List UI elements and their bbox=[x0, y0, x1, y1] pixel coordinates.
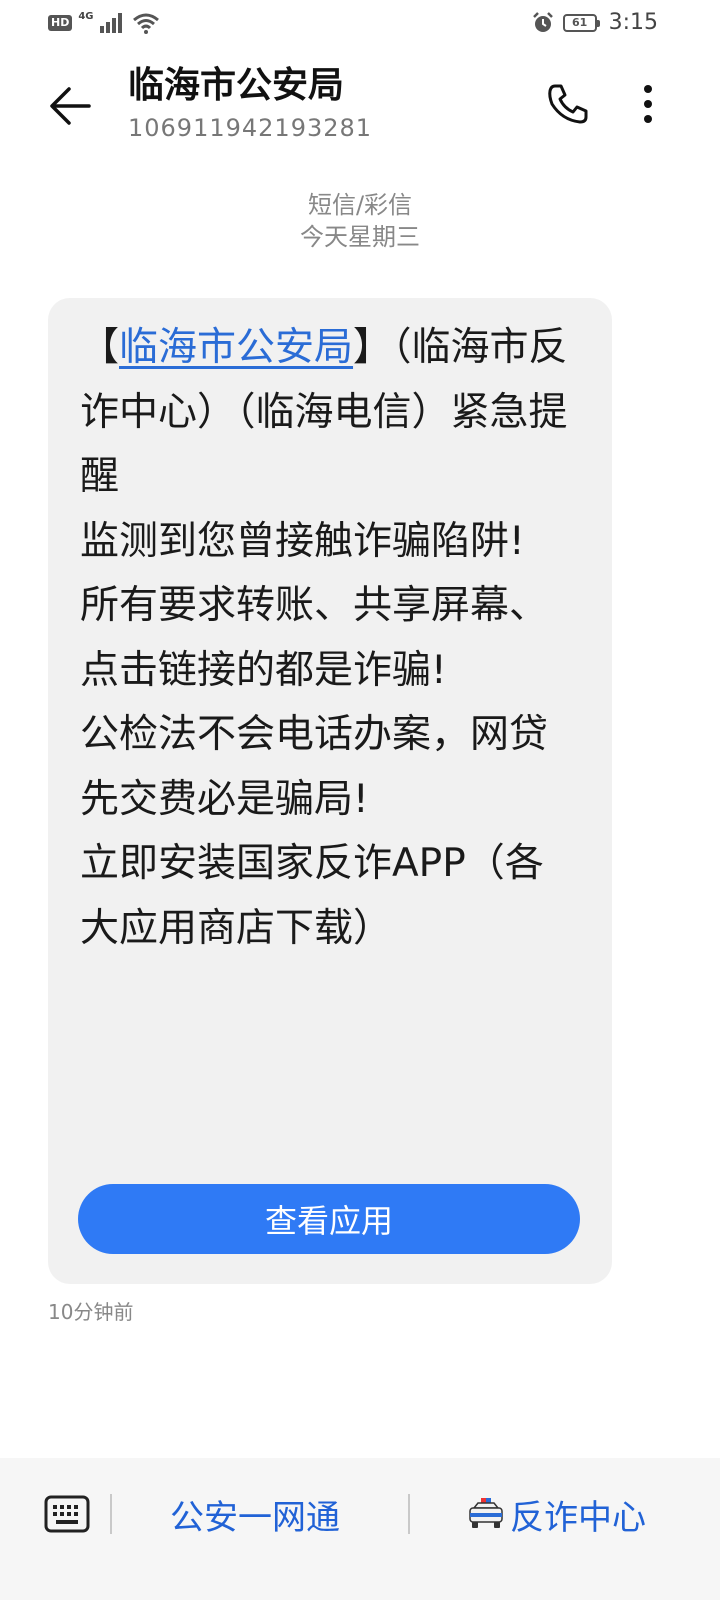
menu-divider bbox=[110, 1494, 112, 1534]
police-car-icon bbox=[469, 1498, 503, 1528]
sender-link[interactable]: 临海市公安局 bbox=[119, 325, 353, 370]
contact-info: 临海市公安局 106911942193281 bbox=[128, 62, 372, 144]
alarm-icon bbox=[532, 11, 553, 32]
keyboard-toggle-button[interactable] bbox=[44, 1494, 90, 1534]
message-bubble[interactable]: 【临海市公安局】（临海市反诈中心）（临海电信）紧急提醒 监测到您曾接触诈骗陷阱!… bbox=[48, 298, 612, 1284]
signal-icon bbox=[99, 13, 122, 33]
back-button[interactable] bbox=[42, 78, 98, 134]
conversation-meta: 短信/彩信 今天星期三 bbox=[0, 190, 720, 254]
more-options-button[interactable] bbox=[630, 76, 666, 132]
phone-icon bbox=[548, 84, 588, 124]
message-body: 】（临海市反诈中心）（临海电信）紧急提醒 监测到您曾接触诈骗陷阱! 所有要求转账… bbox=[80, 325, 568, 951]
conversation-header: 临海市公安局 106911942193281 bbox=[0, 52, 720, 162]
status-bar: HD 4G 61 3:15 bbox=[0, 0, 720, 48]
bottom-menu-bar: 公安一网通 反诈中心 bbox=[0, 1458, 720, 1600]
more-vertical-icon bbox=[644, 85, 652, 123]
menu-item-police-service-label: 公安一网通 bbox=[170, 1497, 340, 1538]
keyboard-icon bbox=[44, 1495, 90, 1533]
bracket-open: 【 bbox=[80, 325, 120, 370]
status-clock: 3:15 bbox=[608, 10, 658, 35]
menu-item-police-service[interactable]: 公安一网通 bbox=[170, 1488, 340, 1540]
status-right: 61 3:15 bbox=[531, 10, 658, 35]
menu-divider bbox=[408, 1494, 410, 1534]
wifi-icon bbox=[132, 13, 159, 34]
call-button[interactable] bbox=[540, 76, 596, 132]
back-arrow-icon bbox=[50, 87, 91, 125]
hd-badge: HD bbox=[48, 15, 73, 31]
contact-number: 106911942193281 bbox=[128, 114, 373, 142]
date-label: 今天星期三 bbox=[300, 223, 420, 251]
messaging-screen: HD 4G 61 3:15 临海市公安局 106911942193281 短信/… bbox=[0, 0, 720, 1600]
message-type-label: 短信/彩信 bbox=[307, 191, 413, 219]
menu-item-anti-fraud-center-label: 反诈中心 bbox=[510, 1497, 646, 1538]
status-left: HD 4G bbox=[48, 10, 160, 34]
network-type-label: 4G bbox=[78, 10, 94, 22]
menu-item-anti-fraud-center[interactable]: 反诈中心 bbox=[466, 1488, 646, 1540]
battery-level: 61 bbox=[571, 15, 588, 29]
message-timestamp: 10分钟前 bbox=[48, 1300, 134, 1324]
view-app-button[interactable]: 查看应用 bbox=[78, 1184, 580, 1254]
message-text: 【临海市公安局】（临海市反诈中心）（临海电信）紧急提醒 监测到您曾接触诈骗陷阱!… bbox=[80, 316, 578, 1176]
contact-name: 临海市公安局 bbox=[128, 65, 345, 106]
battery-icon: 61 bbox=[562, 13, 600, 32]
